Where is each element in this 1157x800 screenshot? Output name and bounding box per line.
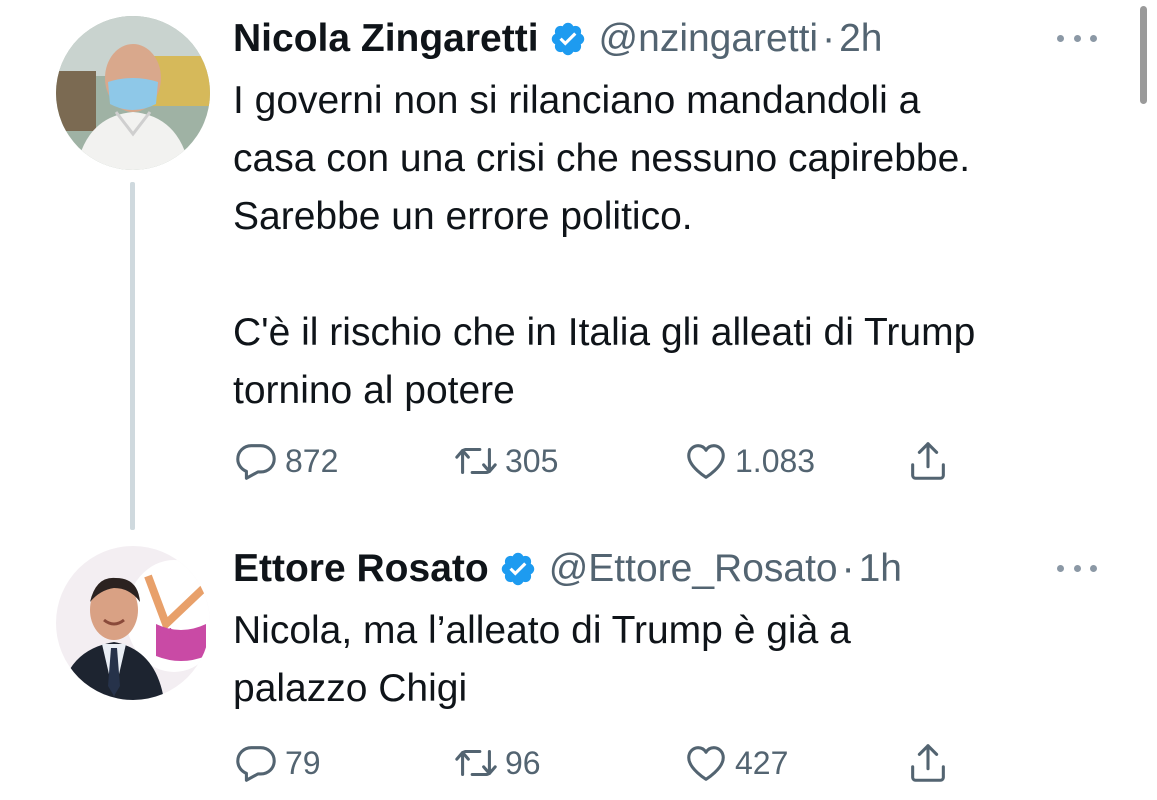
tweet-header: Ettore Rosato @Ettore_Rosato · 1h	[233, 544, 902, 594]
reply-icon	[236, 746, 276, 782]
tweet-header: Nicola Zingaretti @nzingaretti · 2h	[233, 14, 882, 64]
tweet-text-line: Sarebbe un errore politico.	[233, 195, 693, 238]
more-icon[interactable]	[1057, 560, 1097, 576]
tweet-text-line: C'è il rischio che in Italia gli alleati…	[233, 311, 976, 354]
reply-icon	[236, 444, 276, 480]
verified-icon	[549, 20, 587, 58]
like-button[interactable]: 427	[683, 738, 788, 788]
tweet-text: Nicola, ma l’alleato di Trump è già a pa…	[233, 602, 1133, 718]
like-icon	[687, 444, 725, 479]
timestamp[interactable]: 1h	[859, 547, 902, 591]
tweet-rosato[interactable]: viva Ettore Rosato @Ettore_Rosato · 1h N…	[0, 530, 1157, 800]
avatar-logo-text: viva	[160, 625, 191, 644]
thread-line	[130, 182, 135, 530]
retweet-button[interactable]: 305	[453, 436, 558, 486]
retweet-icon	[455, 749, 497, 777]
reply-button[interactable]: 872	[233, 436, 338, 486]
author-name[interactable]: Ettore Rosato	[233, 547, 489, 591]
retweet-button[interactable]: 96	[453, 738, 541, 788]
share-button[interactable]	[905, 436, 951, 486]
avatar-photo: viva	[56, 546, 210, 700]
separator: ·	[841, 547, 855, 590]
action-bar: 79 96 427	[233, 738, 993, 788]
tweet-text-line: casa con una crisi che nessuno capirebbe…	[233, 137, 971, 180]
share-button[interactable]	[905, 738, 951, 788]
retweet-count: 96	[505, 744, 541, 781]
tweet-text: I governi non si rilanciano mandandoli a…	[233, 72, 1133, 420]
like-button[interactable]: 1.083	[683, 436, 815, 486]
tweet-text-line: Nicola, ma l’alleato di Trump è già a	[233, 609, 851, 652]
tweet-text-line: I governi non si rilanciano mandandoli a	[233, 79, 921, 122]
like-count: 427	[735, 744, 789, 781]
share-icon	[911, 744, 945, 782]
author-handle[interactable]: @Ettore_Rosato	[549, 547, 838, 591]
tweet-text-line: tornino al potere	[233, 369, 515, 412]
share-icon	[911, 442, 945, 480]
timestamp[interactable]: 2h	[839, 17, 882, 61]
author-name[interactable]: Nicola Zingaretti	[233, 17, 539, 61]
reply-count: 872	[285, 442, 339, 479]
avatar[interactable]	[56, 16, 210, 170]
retweet-icon	[455, 447, 497, 475]
tweet-zingaretti[interactable]: Nicola Zingaretti @nzingaretti · 2h I go…	[0, 0, 1157, 530]
reply-button[interactable]: 79	[233, 738, 321, 788]
author-handle[interactable]: @nzingaretti	[599, 17, 819, 61]
avatar[interactable]: viva	[56, 546, 210, 700]
retweet-count: 305	[505, 442, 559, 479]
verified-icon	[499, 550, 537, 588]
action-bar: 872 305 1.083	[233, 436, 993, 486]
like-icon	[687, 746, 725, 781]
avatar-photo	[56, 16, 210, 170]
like-count: 1.083	[735, 442, 816, 479]
reply-count: 79	[285, 744, 321, 781]
separator: ·	[822, 17, 836, 60]
tweet-text-line: palazzo Chigi	[233, 667, 468, 710]
more-icon[interactable]	[1057, 30, 1097, 46]
